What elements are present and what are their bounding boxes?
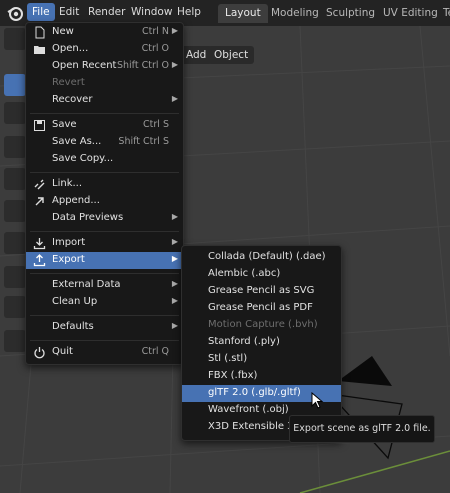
chevron-right-icon: ▶ <box>171 60 178 69</box>
export-item-grease-pencil-pdf[interactable]: Grease Pencil as PDF <box>182 300 341 317</box>
menu-window[interactable]: Window <box>126 3 177 21</box>
folder-icon <box>34 46 45 54</box>
tool-select-button[interactable] <box>4 28 26 50</box>
menu-edit[interactable]: Edit <box>54 3 84 21</box>
tool-add-cube-button[interactable] <box>4 330 26 352</box>
import-icon <box>33 238 46 250</box>
power-icon <box>34 347 45 359</box>
menu-help[interactable]: Help <box>172 3 206 21</box>
tab-layout[interactable]: Layout <box>218 4 268 23</box>
export-item-alembic[interactable]: Alembic (.abc) <box>182 266 341 283</box>
mouse-cursor-icon <box>311 392 324 409</box>
menu-item-save-as[interactable]: Save As... Shift Ctrl S <box>26 134 183 151</box>
tooltip: Export scene as glTF 2.0 file. <box>289 415 435 443</box>
menu-item-export[interactable]: Export ▶ <box>26 252 183 269</box>
tool-measure-button[interactable] <box>4 296 26 318</box>
tab-truncated[interactable]: Te <box>436 4 450 23</box>
chevron-right-icon: ▶ <box>171 279 178 288</box>
save-icon <box>34 120 45 131</box>
tool-move-button[interactable] <box>4 136 26 158</box>
menu-item-external-data[interactable]: External Data ▶ <box>26 277 183 294</box>
tool-rotate-button[interactable] <box>4 168 26 190</box>
tool-active-button[interactable] <box>4 74 26 96</box>
menu-separator <box>30 172 179 173</box>
chevron-right-icon: ▶ <box>171 254 178 263</box>
menu-item-clean-up[interactable]: Clean Up ▶ <box>26 294 183 311</box>
tab-uv-editing[interactable]: UV Editing <box>376 4 445 23</box>
object-menu-button[interactable]: Object <box>208 46 255 64</box>
file-menu: New Ctrl N ▶ Open... Ctrl O Open Recent … <box>25 22 184 365</box>
menu-separator <box>30 340 179 341</box>
export-submenu: Collada (Default) (.dae) Alembic (.abc) … <box>181 245 342 441</box>
chevron-right-icon: ▶ <box>171 26 178 35</box>
menu-item-link[interactable]: Link... <box>26 176 183 193</box>
append-icon <box>35 197 44 206</box>
tool-cursor-button[interactable] <box>4 102 26 124</box>
menu-file[interactable]: File <box>27 3 55 21</box>
menu-separator <box>30 231 179 232</box>
menu-item-defaults[interactable]: Defaults ▶ <box>26 319 183 336</box>
menu-separator <box>30 273 179 274</box>
menu-item-data-previews[interactable]: Data Previews ▶ <box>26 210 183 227</box>
export-item-stl[interactable]: Stl (.stl) <box>182 351 341 368</box>
new-file-icon <box>35 26 45 39</box>
export-item-stanford[interactable]: Stanford (.ply) <box>182 334 341 351</box>
y-axis-line <box>299 450 450 493</box>
menu-item-recover[interactable]: Recover ▶ <box>26 92 183 109</box>
tool-transform-button[interactable] <box>4 232 26 254</box>
chevron-right-icon: ▶ <box>171 212 178 221</box>
chevron-right-icon: ▶ <box>171 237 178 246</box>
menu-item-revert: Revert <box>52 77 85 88</box>
tool-scale-button[interactable] <box>4 200 26 222</box>
export-icon <box>33 254 46 267</box>
blender-logo-icon[interactable] <box>6 4 24 22</box>
menu-item-open[interactable]: Open... Ctrl O <box>26 41 183 58</box>
menu-item-import[interactable]: Import ▶ <box>26 235 183 252</box>
chevron-right-icon: ▶ <box>171 94 178 103</box>
menu-item-new[interactable]: New Ctrl N ▶ <box>26 24 183 41</box>
menu-item-open-recent[interactable]: Open Recent Shift Ctrl O ▶ <box>26 58 183 75</box>
menu-separator <box>30 113 179 114</box>
link-icon <box>34 179 45 190</box>
export-item-collada[interactable]: Collada (Default) (.dae) <box>182 249 341 266</box>
chevron-right-icon: ▶ <box>171 296 178 305</box>
menu-item-save-copy[interactable]: Save Copy... <box>26 151 183 168</box>
export-item-fbx[interactable]: FBX (.fbx) <box>182 368 341 385</box>
menu-item-append[interactable]: Append... <box>26 193 183 210</box>
menu-render[interactable]: Render <box>83 3 130 21</box>
tool-annotate-button[interactable] <box>4 266 26 288</box>
chevron-right-icon: ▶ <box>171 321 178 330</box>
tab-modeling[interactable]: Modeling <box>264 4 326 23</box>
menu-separator <box>30 315 179 316</box>
export-item-motion-capture: Motion Capture (.bvh) <box>208 319 318 330</box>
menu-item-save[interactable]: Save Ctrl S <box>26 117 183 134</box>
export-item-grease-pencil-svg[interactable]: Grease Pencil as SVG <box>182 283 341 300</box>
tab-sculpting[interactable]: Sculpting <box>319 4 382 23</box>
menu-item-quit[interactable]: Quit Ctrl Q <box>26 344 183 361</box>
